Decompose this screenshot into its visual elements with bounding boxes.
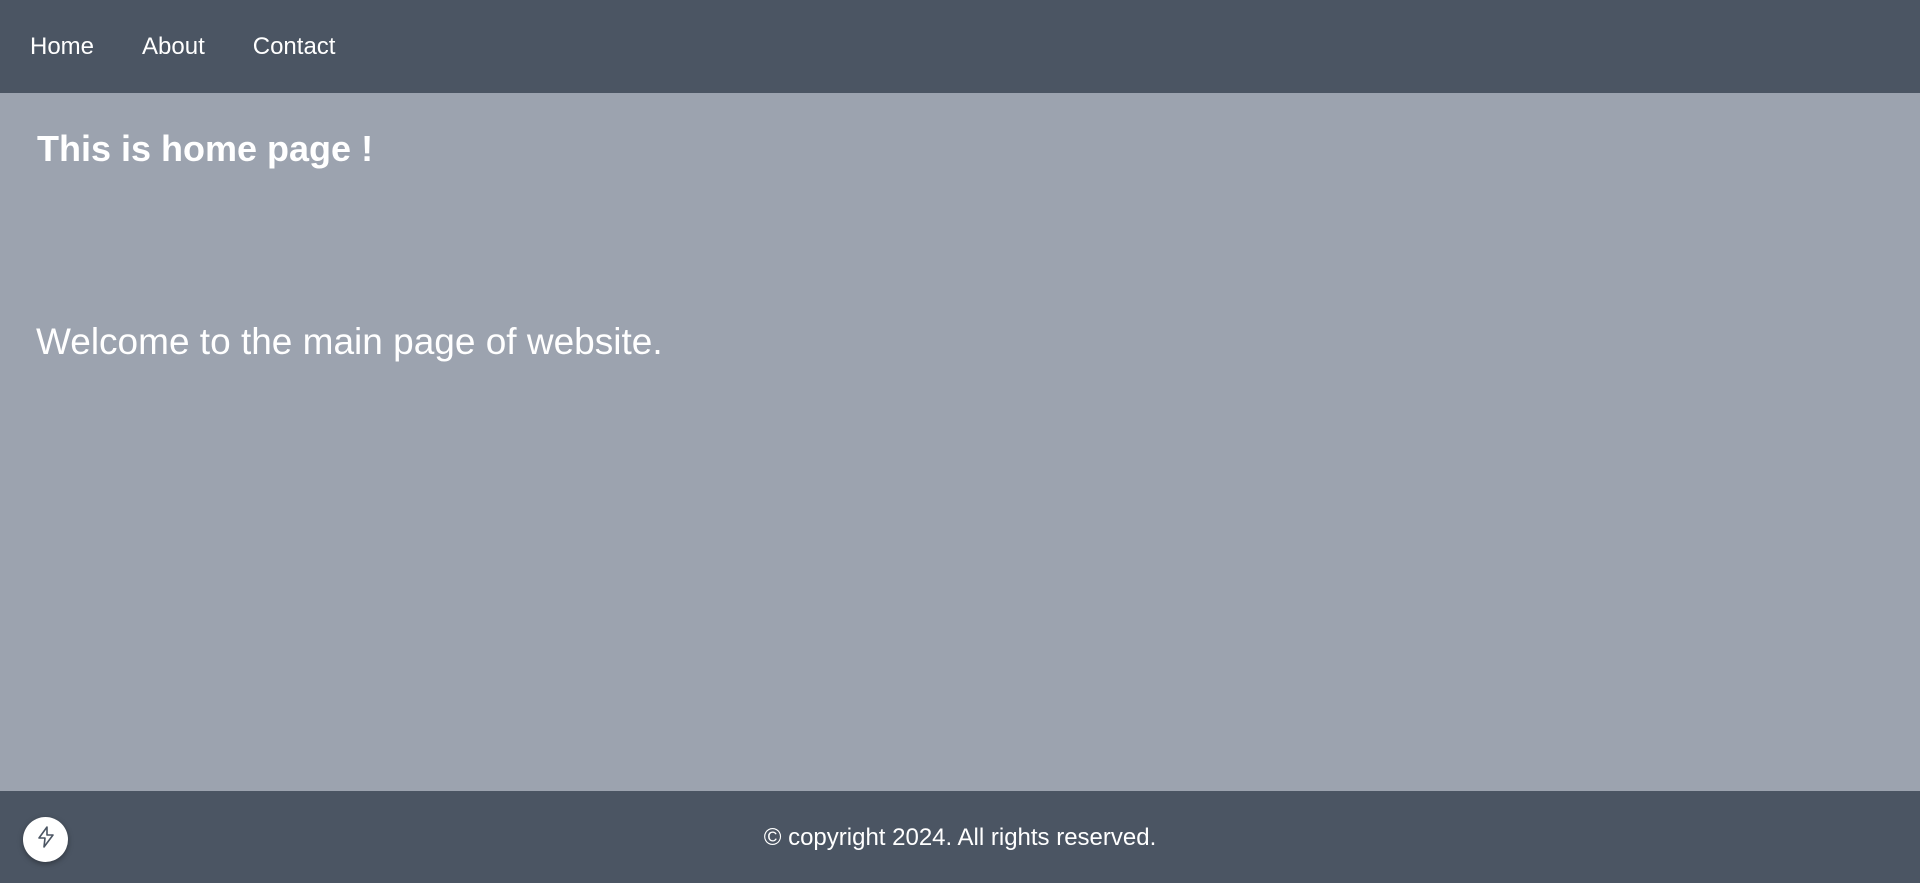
footer: © copyright 2024. All rights reserved. <box>0 791 1920 883</box>
navbar: Home About Contact <box>0 0 1920 93</box>
page: Home About Contact This is home page ! W… <box>0 0 1920 883</box>
page-title: This is home page ! <box>37 128 374 169</box>
copyright-text: © copyright 2024. All rights reserved. <box>763 824 1157 851</box>
nav-link-home[interactable]: Home <box>30 34 94 59</box>
main-content: This is home page ! Welcome to the main … <box>0 93 1920 791</box>
welcome-text: Welcome to the main page of website. <box>36 321 663 362</box>
nav-link-contact[interactable]: Contact <box>253 34 336 59</box>
nav-link-about[interactable]: About <box>142 34 205 59</box>
